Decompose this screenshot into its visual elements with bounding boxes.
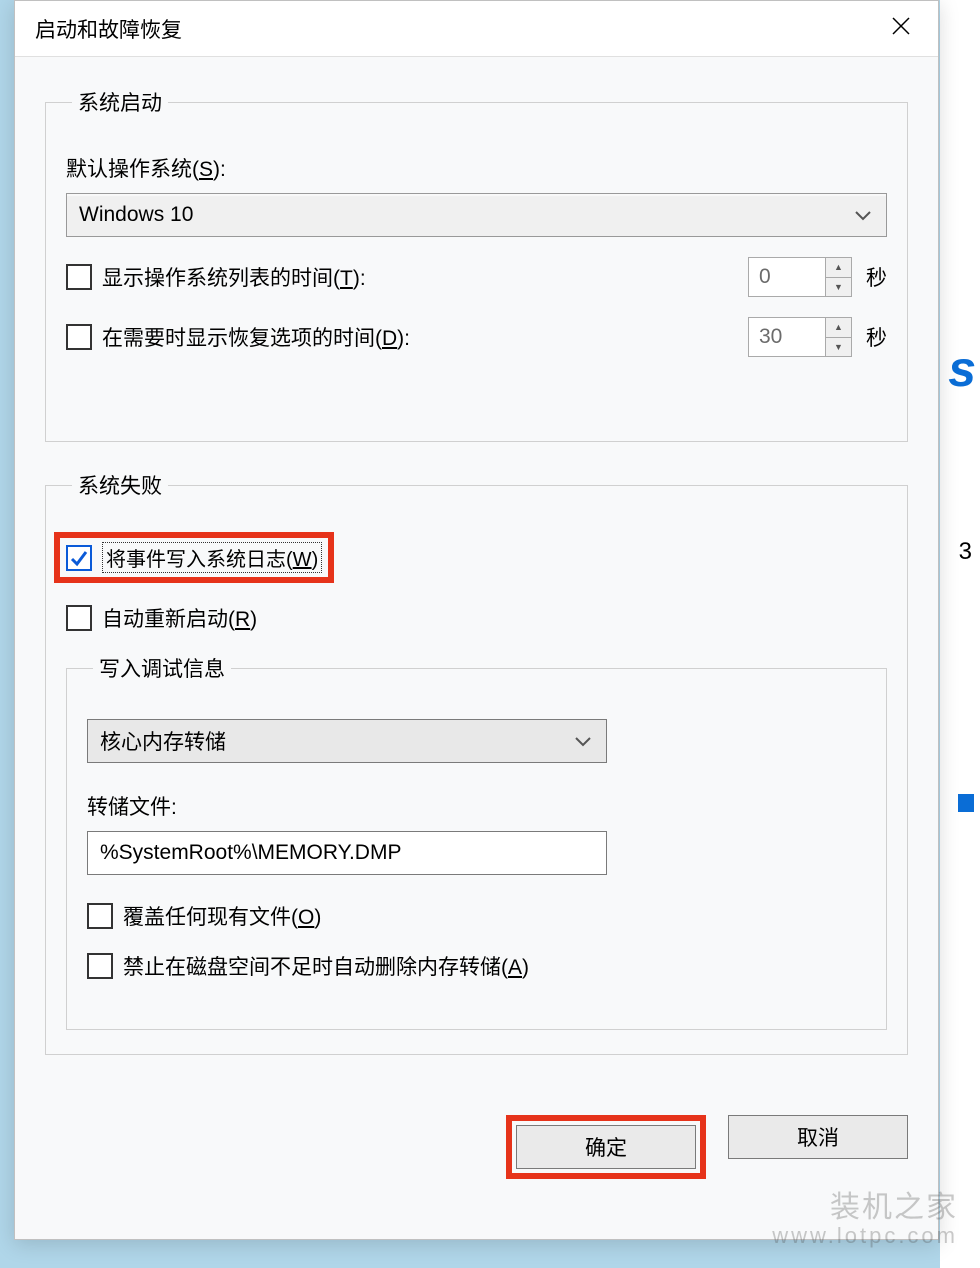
- cancel-button[interactable]: 取消: [728, 1115, 908, 1159]
- seconds-unit: 秒: [866, 262, 887, 292]
- debug-info-group: 写入调试信息 核心内存转储 转储文件: %SystemRoot%\MEMORY.…: [66, 653, 887, 1030]
- show-os-list-value: 0: [748, 257, 826, 297]
- ok-button[interactable]: 确定: [516, 1125, 696, 1169]
- show-recovery-checkbox[interactable]: [66, 324, 92, 350]
- dump-type-select[interactable]: 核心内存转储: [87, 719, 607, 763]
- spin-up-icon[interactable]: ▲: [826, 318, 851, 338]
- spin-down-icon[interactable]: ▼: [826, 338, 851, 357]
- write-event-highlight: 将事件写入系统日志(W): [54, 532, 334, 583]
- ok-button-highlight: 确定: [506, 1115, 706, 1179]
- default-os-value: Windows 10: [79, 203, 193, 227]
- background-edge: s 3: [940, 0, 980, 1268]
- disable-auto-delete-row: 禁止在磁盘空间不足时自动删除内存转储(A): [87, 951, 866, 981]
- dialog-buttons: 确定 取消: [15, 1103, 938, 1199]
- show-os-list-label: 显示操作系统列表的时间(T):: [102, 262, 366, 292]
- dialog-body: 系统启动 默认操作系统(S): Windows 10 显示操作系统列表的时间(T…: [15, 57, 938, 1103]
- system-failure-legend: 系统失败: [72, 470, 168, 500]
- show-os-list-spin[interactable]: 0 ▲ ▼: [748, 257, 852, 297]
- show-recovery-label: 在需要时显示恢复选项的时间(D):: [102, 322, 410, 352]
- dump-type-value: 核心内存转储: [100, 726, 226, 756]
- system-startup-group: 系统启动 默认操作系统(S): Windows 10 显示操作系统列表的时间(T…: [45, 87, 908, 442]
- window-title: 启动和故障恢复: [35, 14, 874, 44]
- disable-auto-delete-checkbox[interactable]: [87, 953, 113, 979]
- show-os-list-row: 显示操作系统列表的时间(T): 0 ▲ ▼ 秒: [66, 257, 887, 297]
- titlebar: 启动和故障恢复: [15, 1, 938, 57]
- show-recovery-spin[interactable]: 30 ▲ ▼: [748, 317, 852, 357]
- default-os-label: 默认操作系统(S):: [66, 153, 887, 183]
- default-os-select[interactable]: Windows 10: [66, 193, 887, 237]
- write-event-checkbox[interactable]: [66, 545, 92, 571]
- close-button[interactable]: [874, 1, 928, 57]
- bg-text: s: [948, 340, 976, 398]
- bg-num: 3: [959, 538, 972, 566]
- chevron-down-icon: [574, 729, 592, 753]
- system-startup-legend: 系统启动: [72, 87, 168, 117]
- overwrite-checkbox[interactable]: [87, 903, 113, 929]
- bg-bar: [958, 794, 974, 812]
- seconds-unit-2: 秒: [866, 322, 887, 352]
- write-event-label: 将事件写入系统日志(W): [102, 542, 322, 573]
- spin-up-icon[interactable]: ▲: [826, 258, 851, 278]
- show-os-list-checkbox[interactable]: [66, 264, 92, 290]
- debug-info-legend: 写入调试信息: [93, 653, 231, 683]
- dump-file-input[interactable]: %SystemRoot%\MEMORY.DMP: [87, 831, 607, 875]
- show-recovery-row: 在需要时显示恢复选项的时间(D): 30 ▲ ▼ 秒: [66, 317, 887, 357]
- dump-file-value: %SystemRoot%\MEMORY.DMP: [100, 841, 401, 865]
- startup-recovery-dialog: 启动和故障恢复 系统启动 默认操作系统(S): Windows 10: [14, 0, 939, 1240]
- show-recovery-value: 30: [748, 317, 826, 357]
- dump-file-label: 转储文件:: [87, 791, 866, 821]
- close-icon: [892, 17, 910, 41]
- auto-restart-label: 自动重新启动(R): [102, 603, 257, 633]
- overwrite-label: 覆盖任何现有文件(O): [123, 901, 321, 931]
- disable-auto-delete-label: 禁止在磁盘空间不足时自动删除内存转储(A): [123, 951, 529, 981]
- system-failure-group: 系统失败 将事件写入系统日志(W) 自动重新启动(R) 写入: [45, 470, 908, 1055]
- auto-restart-row: 自动重新启动(R): [66, 603, 887, 633]
- auto-restart-checkbox[interactable]: [66, 605, 92, 631]
- overwrite-row: 覆盖任何现有文件(O): [87, 901, 866, 931]
- chevron-down-icon: [854, 203, 872, 227]
- spin-down-icon[interactable]: ▼: [826, 278, 851, 297]
